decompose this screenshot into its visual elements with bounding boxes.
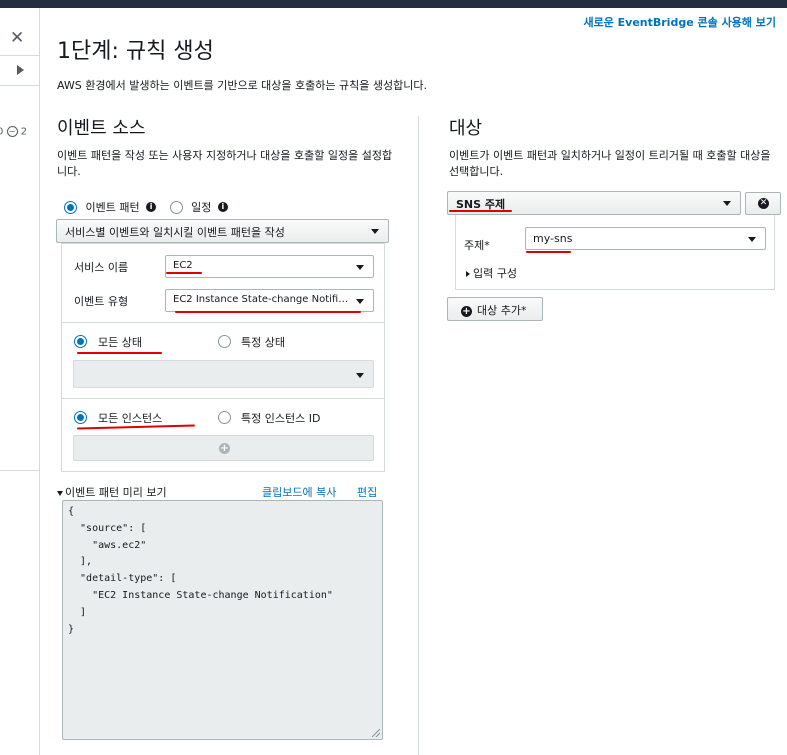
remove-target-button[interactable]: ✕ — [745, 192, 781, 215]
panel-divider — [62, 322, 384, 323]
chevron-down-icon — [356, 265, 364, 270]
pattern-preview-text: { "source": [ "aws.ec2" ], "detail-type"… — [68, 506, 333, 635]
new-console-link[interactable]: 새로운 EventBridge 콘솔 사용해 보기 — [583, 14, 776, 30]
info-icon[interactable]: i — [217, 202, 228, 212]
configure-input-label: 입력 구성 — [473, 267, 517, 280]
page-description: AWS 환경에서 발생하는 이벤트를 기반으로 대상을 호출하는 규칙을 생성합… — [57, 79, 427, 92]
close-icon[interactable]: ✕ — [10, 30, 24, 47]
event-source-description: 이벤트 패턴을 작성 또는 사용자 지정하거나 대상을 호출할 일정을 설정합니… — [57, 149, 393, 178]
panel-divider — [62, 398, 384, 399]
count-right: 2 — [20, 126, 28, 138]
radio-event-pattern[interactable] — [64, 200, 77, 214]
radio-any-state[interactable] — [74, 335, 87, 348]
radio-any-instance[interactable] — [74, 411, 87, 424]
chevron-down-icon — [371, 229, 379, 234]
add-circle-icon: + — [219, 443, 230, 454]
pattern-builder-dropdown[interactable]: 서비스별 이벤트와 일치시킬 이벤트 패턴을 작성 — [56, 219, 389, 243]
service-name-select[interactable]: EC2 — [165, 255, 374, 278]
resize-handle-icon[interactable] — [372, 729, 380, 737]
add-target-label: 대상 추가* — [477, 304, 527, 317]
radio-schedule[interactable] — [169, 200, 183, 214]
copy-to-clipboard-link[interactable]: 클립보드에 복사 — [262, 484, 336, 500]
chevron-down-icon — [356, 299, 364, 304]
info-icon[interactable]: i — [146, 202, 157, 212]
annotation-underline — [166, 272, 202, 274]
radio-any-instance-label: 모든 인스턴스 — [98, 412, 163, 425]
targets-description: 이벤트가 이벤트 패턴과 일치하거나 일정이 트리거될 때 호출할 대상을 선택… — [449, 149, 771, 178]
pattern-preview-toggle[interactable]: 이벤트 패턴 미리 보기 — [57, 484, 167, 500]
topic-select[interactable]: my-sns — [525, 227, 766, 250]
configure-input-toggle[interactable]: 입력 구성 — [466, 265, 517, 281]
annotation-underline — [449, 210, 512, 212]
source-type-radio-group: 이벤트 패턴 i 일정 i — [64, 199, 228, 215]
annotation-underline — [175, 311, 361, 313]
count-left: 0 — [0, 126, 4, 138]
topic-value: my-sns — [533, 232, 573, 245]
pattern-preview-code[interactable]: { "source": [ "aws.ec2" ], "detail-type"… — [62, 500, 383, 740]
event-type-select[interactable]: EC2 Instance State-change Notification — [165, 289, 374, 312]
annotation-underline — [77, 352, 162, 354]
column-divider — [418, 116, 419, 755]
pattern-builder-label: 서비스별 이벤트와 일치시킬 이벤트 패턴을 작성 — [65, 226, 285, 239]
radio-specific-state[interactable] — [218, 335, 231, 348]
pattern-preview-heading: 이벤트 패턴 미리 보기 — [65, 486, 167, 499]
radio-any-state-label: 모든 상태 — [98, 336, 142, 349]
radio-specific-instance[interactable] — [218, 411, 231, 424]
event-type-value: EC2 Instance State-change Notification — [173, 294, 369, 305]
add-target-button[interactable]: + 대상 추가* — [447, 297, 543, 321]
targets-heading: 대상 — [449, 118, 483, 139]
pattern-builder-panel: 서비스 이름 EC2 이벤트 유형 EC2 Instance State-cha… — [61, 243, 385, 472]
sidebar-divider — [0, 85, 40, 86]
caret-down-icon — [57, 490, 63, 496]
service-name-value: EC2 — [173, 260, 193, 271]
radio-specific-instance-label: 특정 인스턴스 ID — [241, 412, 321, 425]
radio-specific-state-label: 특정 상태 — [241, 336, 285, 349]
topic-label: 주제* — [464, 239, 490, 252]
annotation-underline — [76, 424, 196, 430]
chevron-down-icon — [748, 237, 756, 242]
chevron-down-icon — [723, 201, 731, 206]
edit-pattern-link[interactable]: 편집 — [357, 484, 377, 500]
left-sidebar: ✕ 0 − 2 — [0, 8, 40, 755]
chevron-down-icon — [356, 373, 364, 378]
service-name-label: 서비스 이름 — [74, 261, 129, 274]
add-instance-button[interactable]: + — [73, 435, 374, 461]
event-source-heading: 이벤트 소스 — [57, 118, 146, 139]
remove-circle-icon: ✕ — [758, 198, 769, 209]
add-circle-icon: + — [461, 305, 472, 317]
page-title: 1단계: 규칙 생성 — [57, 39, 214, 64]
top-nav-bar — [0, 0, 787, 8]
event-type-label: 이벤트 유형 — [74, 295, 129, 308]
caret-right-icon — [466, 271, 470, 277]
radio-event-pattern-label: 이벤트 패턴 — [85, 201, 140, 214]
sidebar-divider — [0, 470, 40, 471]
status-counts: 0 − 2 — [0, 126, 27, 138]
annotation-underline — [526, 251, 571, 253]
radio-schedule-label: 일정 — [191, 201, 212, 214]
state-select[interactable] — [73, 360, 374, 388]
expand-arrow-icon[interactable] — [17, 65, 24, 75]
sidebar-divider — [0, 55, 40, 56]
minus-circle-icon: − — [6, 126, 18, 137]
